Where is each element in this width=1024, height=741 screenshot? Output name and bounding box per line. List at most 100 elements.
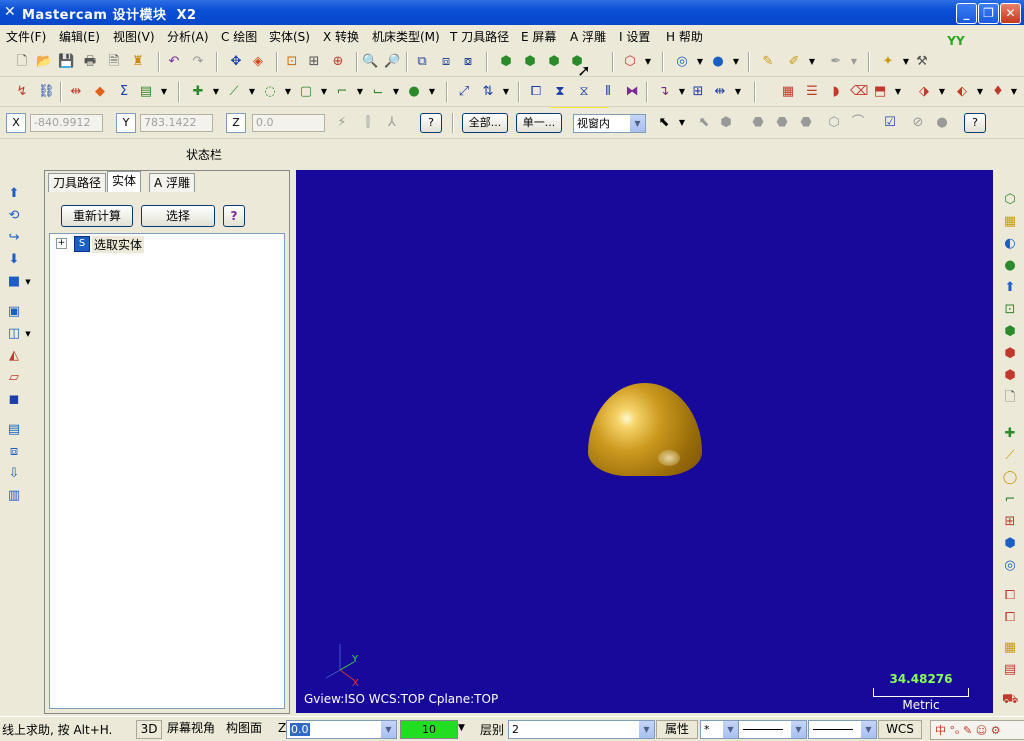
menu-screen[interactable]: E 屏幕: [521, 28, 556, 45]
expand-icon[interactable]: +: [56, 238, 67, 249]
light-icon[interactable]: ✦: [880, 54, 896, 70]
shade-icon[interactable]: ⧇: [460, 54, 476, 70]
menu-settings[interactable]: I 设置: [619, 28, 650, 45]
chevron-down-icon[interactable]: ▼: [934, 84, 950, 100]
xform-stretch-icon[interactable]: ⇹: [712, 84, 728, 100]
polyline-icon[interactable]: ⌐: [1002, 492, 1018, 508]
point-style-select[interactable]: * ▼: [700, 720, 739, 739]
ime-toolbar[interactable]: 中 °ₒ ✎ ☺ ⚙: [930, 720, 1024, 740]
globe-small-icon[interactable]: ◎: [1002, 558, 1018, 574]
loft-icon[interactable]: ⬇: [6, 252, 22, 268]
clear-colors-icon[interactable]: ♜: [130, 54, 146, 70]
layer-solid-icon[interactable]: ▤: [6, 422, 22, 438]
chevron-down-icon[interactable]: ▼: [804, 54, 820, 70]
red-grid-icon[interactable]: ⊞: [1002, 514, 1018, 530]
table-icon[interactable]: ▦: [1002, 640, 1018, 656]
chevron-down-icon[interactable]: ▼: [898, 54, 914, 70]
3d-toggle-button[interactable]: 3D: [136, 720, 162, 739]
select-all-button[interactable]: 全部...: [462, 113, 508, 133]
transform-small2-icon[interactable]: ⧠: [1002, 610, 1018, 626]
blue-cube-icon[interactable]: ⬢: [1002, 536, 1018, 552]
solid-tools-icon[interactable]: ⬗: [916, 84, 932, 100]
cube-top-icon[interactable]: ⬢: [498, 54, 514, 70]
select-back-icon[interactable]: ⬡: [826, 115, 842, 131]
print-preview-icon[interactable]: 🗎: [106, 54, 122, 70]
level-select[interactable]: 2 ▼: [508, 720, 655, 739]
chevron-down-icon[interactable]: ▼: [640, 54, 656, 70]
color-grid-icon[interactable]: ▦: [1002, 214, 1018, 230]
drawing-icon[interactable]: ▥: [6, 488, 22, 504]
chevron-down-icon[interactable]: ▼: [890, 84, 906, 100]
xform-array-icon[interactable]: ⊞: [690, 84, 706, 100]
circle-gray-icon[interactable]: ●: [934, 115, 950, 131]
xform-rotate-icon[interactable]: ⧗: [552, 84, 568, 100]
point-icon[interactable]: ✚: [190, 84, 206, 100]
x-coordinate-input[interactable]: -840.9912: [30, 114, 103, 132]
attributes-button[interactable]: 属性: [656, 720, 698, 739]
menu-edit[interactable]: 编辑(E): [59, 28, 100, 45]
axis-icon[interactable]: ⅄: [384, 115, 400, 131]
hidden-line-icon[interactable]: ⧈: [438, 54, 454, 70]
chevron-down-icon[interactable]: ▼: [1006, 84, 1022, 100]
surface-icon[interactable]: ⬒: [872, 84, 888, 100]
transform-icon[interactable]: ⤢: [456, 84, 472, 100]
chevron-down-icon[interactable]: ▼: [280, 84, 296, 100]
level-icon[interactable]: ▤: [138, 84, 154, 100]
close-button[interactable]: ✕: [1000, 3, 1021, 24]
select-button[interactable]: 选择: [141, 205, 215, 227]
green-sphere-icon[interactable]: ●: [1002, 258, 1018, 274]
view-cube-icon[interactable]: ⬡: [622, 54, 638, 70]
select-solid-icon[interactable]: ⬢: [718, 115, 734, 131]
construction-plane-button[interactable]: 构图面: [222, 720, 266, 737]
document-icon[interactable]: 🗋: [1002, 390, 1018, 406]
bottle-icon[interactable]: ♦: [990, 84, 1006, 100]
rectangle-icon[interactable]: ▢: [298, 84, 314, 100]
wand-icon[interactable]: ✒: [828, 54, 844, 70]
table2-icon[interactable]: ▤: [1002, 662, 1018, 678]
draft-icon[interactable]: ⇩: [6, 466, 22, 482]
red-cube-icon[interactable]: ⬢: [1002, 346, 1018, 362]
menu-draw[interactable]: C 绘图: [221, 28, 257, 45]
green-plus-icon[interactable]: ✚: [1002, 426, 1018, 442]
ruler-icon[interactable]: ⫿: [360, 115, 376, 131]
restore-button[interactable]: ❐: [978, 3, 999, 24]
zoom-target-icon[interactable]: ⊕: [330, 54, 346, 70]
split-icon[interactable]: ⧈: [6, 444, 22, 460]
menu-machine-type[interactable]: 机床类型(M): [372, 28, 440, 45]
circle-icon[interactable]: ◌: [262, 84, 278, 100]
chevron-down-icon[interactable]: ▼: [972, 84, 988, 100]
undo-icon[interactable]: ↶: [166, 54, 182, 70]
chevron-down-icon[interactable]: ▼: [692, 54, 708, 70]
circle-yellow-icon[interactable]: ◯: [1002, 470, 1018, 486]
extrude-blue-icon[interactable]: ⬆: [1002, 280, 1018, 296]
chevron-down-icon[interactable]: ▼: [20, 326, 36, 342]
xform-project-icon[interactable]: ⧓: [624, 84, 640, 100]
chevron-down-icon[interactable]: ▼: [674, 84, 690, 100]
eraser-icon[interactable]: ⌫: [850, 84, 868, 100]
tab-relief[interactable]: A 浮雕: [149, 173, 196, 192]
menu-solids[interactable]: 实体(S): [269, 28, 310, 45]
chevron-down-icon[interactable]: ▼: [730, 84, 746, 100]
transform-small-icon[interactable]: ⧠: [1002, 588, 1018, 604]
color-swatch[interactable]: 10: [400, 720, 458, 739]
solid-ball-icon[interactable]: ●: [406, 84, 422, 100]
chevron-down-icon[interactable]: ▼: [316, 84, 332, 100]
pencil-multi-icon[interactable]: ✐: [786, 54, 802, 70]
boolean-icon[interactable]: ◼: [6, 392, 22, 408]
sum-icon[interactable]: Σ: [116, 84, 132, 100]
chevron-down-icon[interactable]: ▼: [728, 54, 744, 70]
dimension-icon[interactable]: ⇹: [68, 84, 84, 100]
xform-scale-icon[interactable]: ⧖: [576, 84, 592, 100]
screen-view-button[interactable]: 屏幕视角: [164, 720, 218, 737]
zoom-in-icon[interactable]: 🔍: [362, 54, 378, 70]
chamfer-icon[interactable]: ◭: [6, 348, 22, 364]
selection-mode-select[interactable]: 视窗内 ▼: [573, 114, 646, 133]
solid-tools2-icon[interactable]: ⬖: [954, 84, 970, 100]
fit-icon[interactable]: ⊡: [284, 54, 300, 70]
chevron-down-icon[interactable]: ▼: [156, 84, 172, 100]
chevron-down-icon[interactable]: ▼: [352, 84, 368, 100]
zoom-out-icon[interactable]: 🔎: [384, 54, 400, 70]
fast-point-icon[interactable]: ⚡: [334, 115, 350, 131]
hole-icon[interactable]: ◐: [1002, 236, 1018, 252]
repaint-icon[interactable]: ◈: [250, 54, 266, 70]
